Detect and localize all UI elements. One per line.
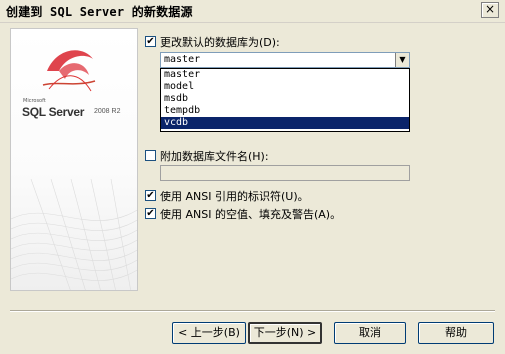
default-db-select[interactable]: master ▼: [160, 52, 410, 68]
help-button[interactable]: 帮助: [418, 322, 494, 344]
dropdown-option[interactable]: msdb: [161, 93, 409, 105]
default-db-value: master: [164, 54, 201, 65]
default-db-dropdown-list[interactable]: master model msdb tempdb vcdb: [160, 68, 410, 132]
default-db-checkbox[interactable]: ✔: [145, 36, 156, 47]
attach-db-label: 附加数据库文件名(H):: [160, 150, 269, 163]
attach-db-checkbox[interactable]: [145, 150, 156, 161]
branding-panel: Microsoft SQL Server 2008 R2: [10, 28, 138, 291]
decorative-waves: [11, 179, 137, 290]
footer-divider: [10, 310, 495, 312]
dropdown-option[interactable]: master: [161, 69, 409, 81]
close-icon: ×: [484, 2, 496, 16]
microsoft-wordmark: Microsoft: [23, 98, 46, 104]
product-version: 2008 R2: [94, 108, 121, 115]
dropdown-option[interactable]: tempdb: [161, 105, 409, 117]
close-button[interactable]: ×: [481, 2, 499, 18]
product-name: SQL Server: [22, 105, 85, 119]
dropdown-option[interactable]: model: [161, 81, 409, 93]
ansi-quoted-checkbox[interactable]: ✔: [145, 190, 156, 201]
ansi-nulls-checkbox[interactable]: ✔: [145, 208, 156, 219]
back-button[interactable]: < 上一步(B): [172, 322, 246, 344]
attach-db-filename-field: [160, 165, 410, 181]
next-button[interactable]: 下一步(N) >: [248, 322, 322, 344]
dropdown-option[interactable]: vcdb: [161, 117, 409, 129]
default-db-label: 更改默认的数据库为(D):: [160, 36, 280, 49]
window-title: 创建到 SQL Server 的新数据源: [6, 5, 193, 19]
chevron-down-icon[interactable]: ▼: [395, 53, 409, 67]
ansi-quoted-label: 使用 ANSI 引用的标识符(U)。: [160, 190, 309, 203]
title-bar: 创建到 SQL Server 的新数据源 ×: [0, 0, 505, 23]
cancel-button[interactable]: 取消: [334, 322, 406, 344]
sql-server-logo-icon: [42, 50, 96, 92]
ansi-nulls-label: 使用 ANSI 的空值、填充及警告(A)。: [160, 208, 342, 221]
